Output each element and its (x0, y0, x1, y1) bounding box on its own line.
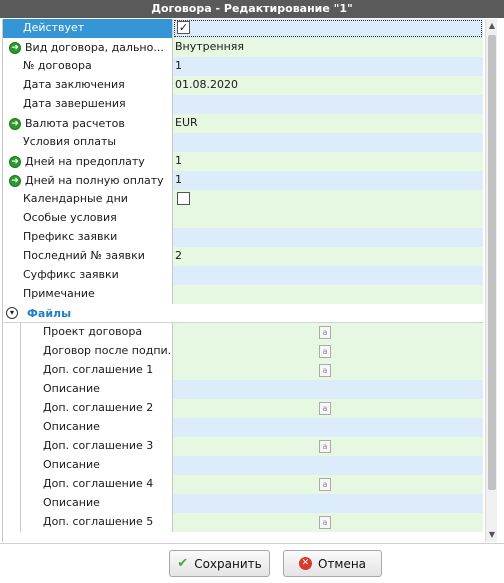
vertical-scrollbar[interactable]: ▲ ▼ (485, 19, 497, 542)
cancel-button[interactable]: ✕ Отмена (283, 550, 382, 577)
field-label: Последний № заявки (3, 247, 173, 266)
field-value[interactable] (173, 209, 483, 228)
property-grid: Действует ✓ ➜ Вид договора, дально... Вну… (2, 19, 483, 542)
field-label: Действует (3, 19, 173, 38)
file-row-description-3[interactable]: Описание (3, 456, 483, 475)
close-icon: ✕ (298, 557, 312, 570)
field-label: Дата завершения (3, 95, 173, 114)
field-row-last-request-number[interactable]: Последний № заявки 2 (3, 247, 483, 266)
field-row-currency[interactable]: ➜ Валюта расчетов EUR (3, 114, 483, 133)
field-value[interactable]: 1 (173, 57, 483, 76)
field-label: Календарные дни (3, 190, 173, 209)
field-row-contract-number[interactable]: № договора 1 (3, 57, 483, 76)
window-title: Договора - Редактирование "1" (0, 0, 504, 18)
file-row-addendum-5[interactable]: Доп. соглашение 5 a (3, 513, 483, 532)
collapse-icon[interactable]: ▾ (6, 307, 18, 319)
field-label: Валюта расчетов (25, 116, 125, 130)
file-icon[interactable]: a (319, 364, 331, 377)
field-value[interactable] (173, 266, 483, 285)
field-label: № договора (3, 57, 173, 76)
field-label: Доп. соглашение 3 (3, 437, 173, 456)
field-label: Описание (3, 418, 173, 437)
field-value[interactable] (173, 228, 483, 247)
required-icon: ➜ (9, 174, 21, 187)
file-icon[interactable]: a (319, 345, 331, 358)
dialog-footer: ✔ Сохранить ✕ Отмена (0, 543, 504, 583)
field-row-payment-terms[interactable]: Условия оплаты (3, 133, 483, 152)
field-label: Особые условия (3, 209, 173, 228)
field-label: Договор после подпи... (3, 342, 173, 361)
field-label: Описание (3, 494, 173, 513)
save-button[interactable]: ✔ Сохранить (169, 550, 270, 577)
file-row-signed[interactable]: Договор после подпи... a (3, 342, 483, 361)
field-row-note[interactable]: Примечание (3, 285, 483, 304)
file-icon[interactable]: a (319, 516, 331, 529)
field-label: Проект договора (3, 323, 173, 342)
field-label: Доп. соглашение 2 (3, 399, 173, 418)
field-row-calendar-days[interactable]: Календарные дни (3, 190, 483, 209)
field-value[interactable] (173, 285, 483, 304)
field-label: Описание (3, 380, 173, 399)
file-icon[interactable]: a (319, 478, 331, 491)
field-value[interactable]: Внутренняя (173, 38, 483, 57)
file-row-addendum-3[interactable]: Доп. соглашение 3 a (3, 437, 483, 456)
field-label: Доп. соглашение 5 (3, 513, 173, 532)
field-label: Вид договора, дально... (25, 40, 164, 54)
file-icon[interactable]: a (319, 440, 331, 453)
file-row-addendum-1[interactable]: Доп. соглашение 1 a (3, 361, 483, 380)
required-icon: ➜ (9, 155, 21, 168)
field-label: Условия оплаты (3, 133, 173, 152)
field-label: Дней на полную оплату (25, 173, 164, 187)
cancel-button-label: Отмена (317, 556, 367, 571)
file-row-description-1[interactable]: Описание (3, 380, 483, 399)
scrollbar-thumb[interactable] (488, 35, 496, 490)
file-icon[interactable]: a (319, 326, 331, 339)
field-label: Дней на предоплату (25, 154, 145, 168)
field-row-prepay-days[interactable]: ➜ Дней на предоплату 1 (3, 152, 483, 171)
scroll-down-icon[interactable]: ▼ (486, 528, 498, 542)
field-label: Доп. соглашение 4 (3, 475, 173, 494)
file-row-draft[interactable]: Проект договора a (3, 323, 483, 342)
field-label: Дата заключения (3, 76, 173, 95)
field-label: Суффикс заявки (3, 266, 173, 285)
file-row-description-2[interactable]: Описание (3, 418, 483, 437)
field-row-contract-type[interactable]: ➜ Вид договора, дально... Внутренняя (3, 38, 483, 57)
field-value[interactable] (173, 133, 483, 152)
file-icon[interactable]: a (319, 402, 331, 415)
checkmark-icon: ✔ (177, 556, 189, 571)
field-value[interactable]: 01.08.2020 (173, 76, 483, 95)
field-value[interactable]: 2 (173, 247, 483, 266)
field-label: Префикс заявки (3, 228, 173, 247)
field-value[interactable]: 1 (173, 171, 483, 190)
checkbox-checked-icon[interactable]: ✓ (177, 20, 190, 34)
field-value[interactable]: ✓ (173, 19, 483, 38)
section-label: Файлы (27, 306, 72, 320)
field-row-date-start[interactable]: Дата заключения 01.08.2020 (3, 76, 483, 95)
required-icon: ➜ (9, 41, 21, 54)
checkbox-unchecked-icon[interactable] (177, 191, 190, 205)
field-row-active[interactable]: Действует ✓ (3, 19, 483, 38)
field-row-date-end[interactable]: Дата завершения (3, 95, 483, 114)
field-label: Описание (3, 456, 173, 475)
files-section-header[interactable]: ▾ Файлы (3, 304, 483, 323)
field-label: Доп. соглашение 1 (3, 361, 173, 380)
field-row-special-terms[interactable]: Особые условия (3, 209, 483, 228)
field-row-request-suffix[interactable]: Суффикс заявки (3, 266, 483, 285)
scroll-up-icon[interactable]: ▲ (486, 19, 498, 33)
file-row-addendum-4[interactable]: Доп. соглашение 4 a (3, 475, 483, 494)
field-row-request-prefix[interactable]: Префикс заявки (3, 228, 483, 247)
field-value[interactable]: 1 (173, 152, 483, 171)
file-row-addendum-2[interactable]: Доп. соглашение 2 a (3, 399, 483, 418)
field-value[interactable]: EUR (173, 114, 483, 133)
field-label: Примечание (3, 285, 173, 304)
field-row-full-pay-days[interactable]: ➜ Дней на полную оплату 1 (3, 171, 483, 190)
field-value[interactable] (173, 190, 483, 209)
field-value[interactable] (173, 95, 483, 114)
save-button-label: Сохранить (194, 556, 262, 571)
file-row-description-4[interactable]: Описание (3, 494, 483, 513)
required-icon: ➜ (9, 117, 21, 130)
